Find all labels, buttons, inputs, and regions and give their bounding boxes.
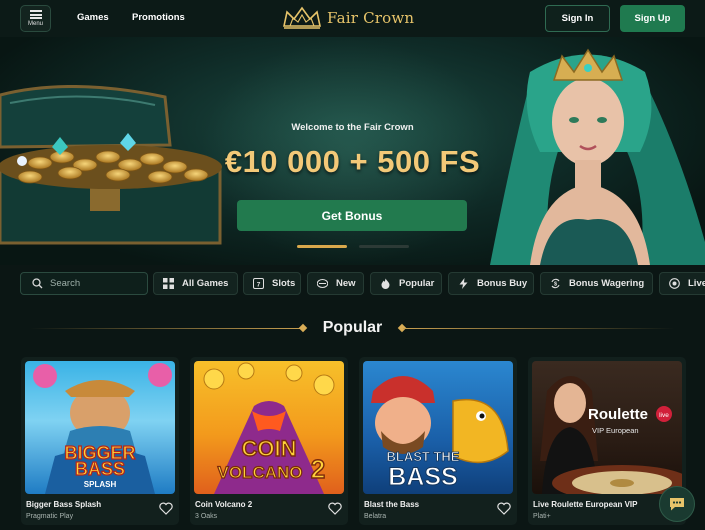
brand-name: Fair Crown — [327, 9, 415, 27]
sign-in-button[interactable]: Sign In — [545, 5, 610, 32]
category-label: Bonus Buy — [477, 278, 528, 289]
category-label: Popular — [399, 278, 435, 289]
coin-exchange-icon: $ — [551, 278, 560, 289]
category-label: Live — [688, 278, 705, 289]
menu-button[interactable]: Menu — [20, 5, 51, 32]
category-label: Slots — [272, 278, 296, 289]
category-label: All Games — [182, 278, 229, 289]
art-title-line3: SPLASH — [84, 480, 117, 489]
carousel-dot-2[interactable] — [359, 245, 409, 248]
game-card[interactable]: BLAST THE BASS Blast the Bass Belatra — [359, 357, 517, 525]
category-slots[interactable]: 7 Slots — [243, 272, 301, 295]
game-title: Coin Volcano 2 — [195, 500, 253, 509]
live-chat-button[interactable] — [659, 486, 695, 522]
coin-volcano-art: COIN VOLCANO 2 — [203, 362, 335, 494]
game-card[interactable]: COIN VOLCANO 2 Coin Volcano 2 3 Oaks — [190, 357, 348, 525]
carousel-dot-1[interactable] — [297, 245, 347, 248]
game-thumbnail[interactable]: COIN VOLCANO 2 — [194, 361, 344, 494]
game-card[interactable]: BIGGER BASS SPLASH Bigger Bass Splash Pr… — [21, 357, 179, 525]
category-new[interactable]: New — [307, 272, 364, 295]
category-all-games[interactable]: All Games — [153, 272, 238, 295]
svg-text:$: $ — [554, 282, 557, 288]
hamburger-icon — [29, 10, 42, 19]
game-thumbnail[interactable]: Roulette live VIP European — [532, 361, 682, 494]
category-live[interactable]: Live — [659, 272, 705, 295]
search-input[interactable]: Search — [20, 272, 148, 295]
live-chip-icon — [669, 278, 680, 289]
game-provider: Plati+ — [533, 513, 551, 520]
art-title-line2: BASS — [75, 459, 125, 479]
live-roulette-art: Roulette live VIP European — [540, 376, 682, 494]
game-title: Blast the Bass — [364, 500, 420, 509]
game-title: Bigger Bass Splash — [26, 500, 102, 509]
category-label: New — [336, 278, 356, 289]
art-live-badge: live — [659, 412, 669, 419]
sign-up-button[interactable]: Sign Up — [620, 5, 685, 32]
search-icon — [32, 278, 43, 289]
favorite-heart-icon[interactable] — [328, 502, 342, 515]
category-label: Bonus Wagering — [569, 278, 645, 289]
category-filter-bar: Search All Games 7 Slots New Popular Bon… — [0, 272, 705, 295]
carousel-indicators — [297, 245, 409, 248]
flame-icon — [381, 278, 390, 289]
category-bonus-buy[interactable]: Bonus Buy — [448, 272, 534, 295]
art-title-line1: Roulette — [588, 406, 648, 423]
get-bonus-button[interactable]: Get Bonus — [237, 200, 467, 231]
brand-logo[interactable]: Fair Crown — [281, 5, 414, 31]
hero-welcome-text: Welcome to the Fair Crown — [291, 122, 414, 133]
game-thumbnail[interactable]: BLAST THE BASS — [363, 361, 513, 494]
lightning-icon — [459, 278, 468, 289]
favorite-heart-icon[interactable] — [497, 502, 511, 515]
bigger-bass-splash-art: BIGGER BASS SPLASH — [33, 363, 172, 494]
grid-icon — [163, 278, 174, 289]
slot-777-icon: 7 — [253, 278, 264, 289]
blast-the-bass-art: BLAST THE BASS — [371, 376, 509, 492]
art-title-line1: COIN — [242, 436, 297, 461]
crown-logo-icon — [283, 6, 321, 29]
hero-bonus-headline: €10 000 + 500 FS — [224, 144, 481, 179]
art-title-line1: BLAST THE — [387, 449, 460, 464]
nav-promotions-link[interactable]: Promotions — [132, 12, 185, 23]
art-title-line2: VOLCANO — [218, 463, 303, 482]
search-placeholder: Search — [50, 278, 81, 289]
category-bonus-wagering[interactable]: $ Bonus Wagering — [540, 272, 653, 295]
art-title-line3: 2 — [311, 454, 325, 484]
top-navigation-bar: Menu Games Promotions Fair Crown Sign In… — [0, 0, 705, 37]
art-title-line2: BASS — [388, 463, 457, 491]
nav-games-link[interactable]: Games — [77, 12, 109, 23]
hero-banner[interactable]: Welcome to the Fair Crown €10 000 + 500 … — [0, 37, 705, 265]
game-provider: Belatra — [364, 513, 387, 520]
new-badge-icon — [317, 279, 328, 288]
game-provider: Pragmatic Play — [26, 513, 74, 520]
menu-label: Menu — [27, 21, 43, 27]
game-provider: 3 Oaks — [195, 513, 218, 520]
game-title: Live Roulette European VIP — [533, 500, 638, 509]
chat-bubble-icon — [670, 498, 684, 511]
divider-line-right — [403, 328, 675, 329]
divider-line-left — [30, 328, 302, 329]
art-title-line2: VIP European — [592, 426, 639, 435]
category-popular[interactable]: Popular — [370, 272, 442, 295]
game-thumbnail[interactable]: BIGGER BASS SPLASH — [25, 361, 175, 494]
section-title: Popular — [322, 319, 383, 336]
svg-text:7: 7 — [257, 281, 261, 288]
popular-section-header: Popular — [0, 319, 705, 339]
favorite-heart-icon[interactable] — [159, 502, 173, 515]
